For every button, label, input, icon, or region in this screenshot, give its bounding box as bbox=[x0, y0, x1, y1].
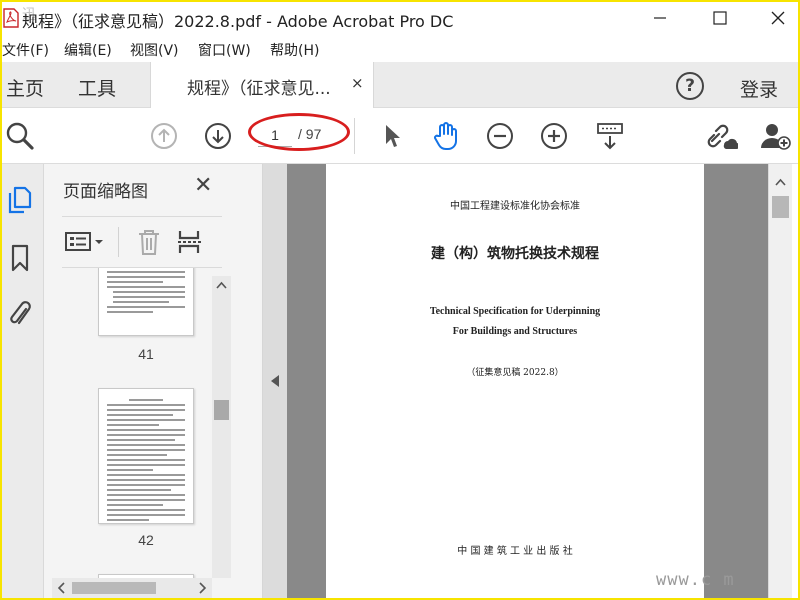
menu-view[interactable]: 视图(V) bbox=[130, 40, 179, 60]
thumbnail-page-number: 41 bbox=[138, 346, 154, 362]
doc-org-line: 中国工程建设标准化协会标准 bbox=[450, 201, 580, 212]
panel-title: 页面缩略图 bbox=[63, 182, 148, 202]
minimize-icon bbox=[654, 17, 666, 19]
scroll-right-arrow-icon bbox=[199, 582, 207, 594]
attachment-icon[interactable] bbox=[6, 298, 34, 330]
link-share-icon[interactable] bbox=[706, 120, 738, 152]
left-nav-rail bbox=[0, 164, 44, 600]
close-tab-icon[interactable]: × bbox=[351, 74, 364, 92]
delete-page-icon[interactable] bbox=[136, 227, 162, 257]
toolbar: / 97 bbox=[0, 108, 800, 164]
add-user-icon[interactable] bbox=[760, 120, 792, 152]
page-thumbnails-icon[interactable] bbox=[6, 184, 34, 216]
thumbnail-horizontal-scrollbar[interactable] bbox=[52, 578, 212, 598]
thumbnail-vertical-scrollbar[interactable] bbox=[212, 276, 231, 578]
panel-divider bbox=[118, 227, 119, 257]
split-page-icon[interactable] bbox=[176, 227, 204, 257]
document-vertical-scrollbar[interactable] bbox=[768, 164, 792, 600]
close-icon bbox=[771, 11, 785, 25]
collapse-panel-button[interactable] bbox=[263, 164, 287, 600]
thumbnails-panel: 页面缩略图 ✕ 41 42 bbox=[44, 164, 263, 600]
page-down-icon[interactable] bbox=[202, 120, 234, 152]
tab-home[interactable]: 主页 bbox=[6, 74, 44, 101]
scroll-left-arrow-icon bbox=[57, 582, 65, 594]
scroll-up-arrow-icon bbox=[216, 281, 227, 289]
doc-publisher: 中 国 建 筑 工 业 出 版 社 bbox=[457, 546, 573, 557]
thumbnail-page[interactable] bbox=[98, 388, 194, 524]
close-window-button[interactable] bbox=[750, 0, 800, 36]
select-pointer-icon[interactable] bbox=[376, 120, 408, 152]
scroll-up-arrow-icon bbox=[775, 178, 786, 186]
document-tab-label: 规程》（征求意见... bbox=[187, 79, 331, 99]
minimize-button[interactable] bbox=[632, 0, 688, 36]
hand-tool-icon[interactable] bbox=[430, 120, 462, 152]
zoom-search-icon[interactable] bbox=[4, 120, 36, 152]
page-up-icon[interactable] bbox=[148, 120, 180, 152]
toolbar-divider bbox=[354, 118, 355, 154]
menu-edit[interactable]: 编辑(E) bbox=[64, 40, 112, 60]
zoom-out-icon[interactable] bbox=[484, 120, 516, 152]
title-bar: 迅 规程》（征求意见稿）2022.8.pdf - Adobe Acrobat P… bbox=[0, 0, 800, 36]
tab-document[interactable]: 规程》（征求意见... × bbox=[150, 62, 374, 108]
doc-draft-note: （征集意见稿 2022.8） bbox=[466, 368, 564, 378]
menu-help[interactable]: 帮助(H) bbox=[270, 40, 319, 60]
collapse-arrow-icon bbox=[271, 375, 279, 387]
page-number-highlight bbox=[248, 113, 350, 151]
tab-bar: 主页 工具 规程》（征求意见... × ? 登录 bbox=[0, 62, 800, 108]
acrobat-app-icon[interactable] bbox=[2, 8, 20, 28]
doc-title-en-2: For Buildings and Structures bbox=[452, 326, 578, 337]
login-button[interactable]: 登录 bbox=[740, 75, 778, 102]
tab-tools[interactable]: 工具 bbox=[78, 74, 116, 101]
maximize-icon bbox=[713, 11, 727, 25]
scroll-thumb bbox=[72, 582, 156, 594]
bookmark-icon[interactable] bbox=[6, 242, 34, 274]
doc-title-cn: 建（构）筑物托换技术规程 bbox=[431, 246, 599, 262]
maximize-button[interactable] bbox=[692, 0, 748, 36]
pdf-page: 中国工程建设标准化协会标准 建（构）筑物托换技术规程 Technical Spe… bbox=[326, 164, 704, 600]
thumbnail-page-number: 42 bbox=[138, 532, 154, 548]
panel-close-icon[interactable]: ✕ bbox=[194, 174, 212, 198]
watermark-text: www.c m bbox=[656, 570, 735, 590]
menu-window[interactable]: 窗口(W) bbox=[198, 40, 251, 60]
doc-title-en-1: Technical Specification for Uderpinning bbox=[429, 306, 601, 317]
menu-bar: 文件(F) 编辑(E) 视图(V) 窗口(W) 帮助(H) bbox=[0, 36, 800, 62]
scroll-thumb bbox=[772, 196, 789, 218]
scroll-thumb bbox=[214, 400, 229, 420]
thumbnail-options-icon[interactable] bbox=[64, 227, 108, 257]
zoom-in-icon[interactable] bbox=[538, 120, 570, 152]
thumbnail-list: 41 42 bbox=[62, 268, 212, 578]
thumbnail-page[interactable] bbox=[98, 268, 194, 336]
keyboard-scroll-icon[interactable] bbox=[594, 120, 626, 152]
window-title: 规程》（征求意见稿）2022.8.pdf - Adobe Acrobat Pro… bbox=[22, 12, 454, 31]
menu-file[interactable]: 文件(F) bbox=[2, 40, 49, 60]
help-icon[interactable]: ? bbox=[676, 72, 704, 100]
panel-toolbar bbox=[62, 216, 222, 268]
